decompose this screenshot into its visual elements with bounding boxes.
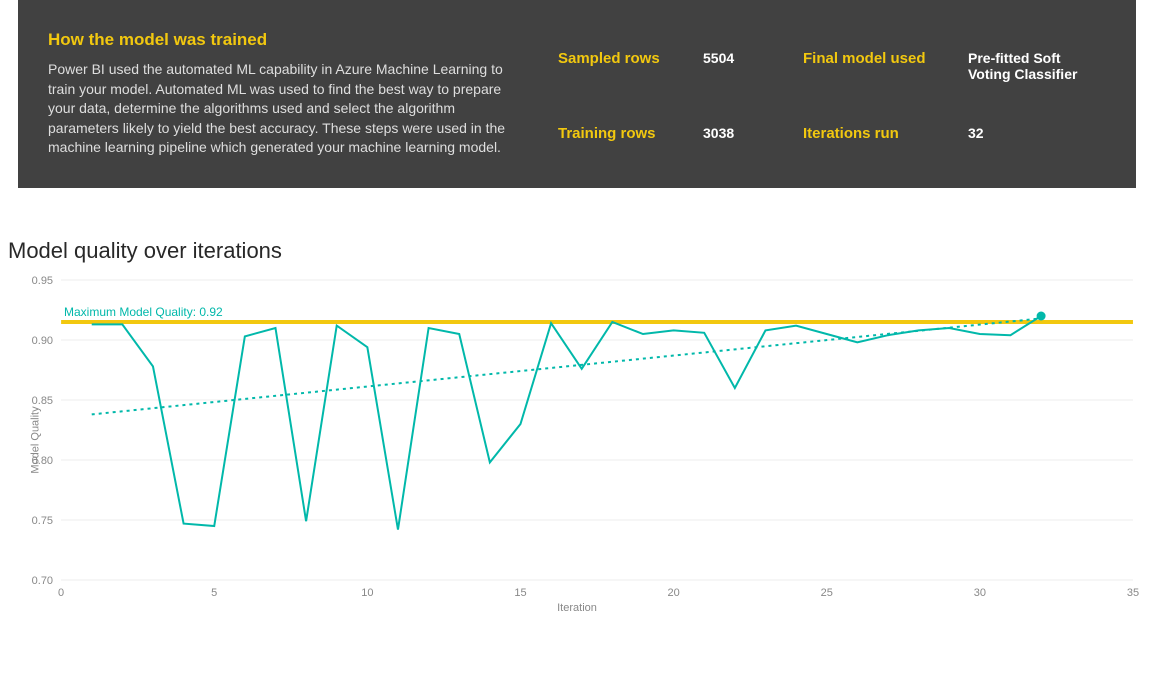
training-info-title: How the model was trained: [48, 30, 528, 50]
svg-text:0: 0: [58, 587, 64, 599]
stat-iterations-value: 32: [968, 125, 1106, 141]
svg-text:0.70: 0.70: [32, 575, 53, 587]
stat-sampled-rows-value: 5504: [703, 50, 793, 66]
svg-text:15: 15: [514, 587, 526, 599]
stat-final-model-value: Pre-fitted Soft Voting Classifier: [968, 50, 1106, 82]
svg-text:0.90: 0.90: [32, 335, 53, 347]
svg-text:0.75: 0.75: [32, 515, 53, 527]
stat-final-model-label: Final model used: [803, 50, 958, 67]
svg-text:20: 20: [667, 587, 679, 599]
svg-text:10: 10: [361, 587, 373, 599]
training-info-card: How the model was trained Power BI used …: [18, 0, 1136, 188]
chart-title: Model quality over iterations: [8, 238, 1148, 264]
model-quality-chart-section: Model quality over iterations Model Qual…: [6, 238, 1148, 610]
chart-max-annotation: Maximum Model Quality: 0.92: [64, 305, 223, 319]
svg-text:0.95: 0.95: [32, 275, 53, 287]
svg-text:30: 30: [974, 587, 986, 599]
chart-y-label: Model Quality: [30, 406, 42, 473]
stat-training-rows-value: 3038: [703, 125, 793, 141]
chart-x-label: Iteration: [557, 602, 597, 614]
svg-text:25: 25: [821, 587, 833, 599]
model-quality-chart: Model Quality Iteration Maximum Model Qu…: [6, 270, 1148, 610]
svg-text:0.85: 0.85: [32, 395, 53, 407]
stat-sampled-rows-label: Sampled rows: [558, 50, 693, 67]
svg-text:35: 35: [1127, 587, 1139, 599]
training-info-text: How the model was trained Power BI used …: [48, 30, 558, 158]
svg-text:5: 5: [211, 587, 217, 599]
stat-training-rows-label: Training rows: [558, 125, 693, 142]
training-stats: Sampled rows 5504 Final model used Pre-f…: [558, 30, 1106, 158]
stat-iterations-label: Iterations run: [803, 125, 958, 142]
training-info-description: Power BI used the automated ML capabilit…: [48, 60, 528, 158]
